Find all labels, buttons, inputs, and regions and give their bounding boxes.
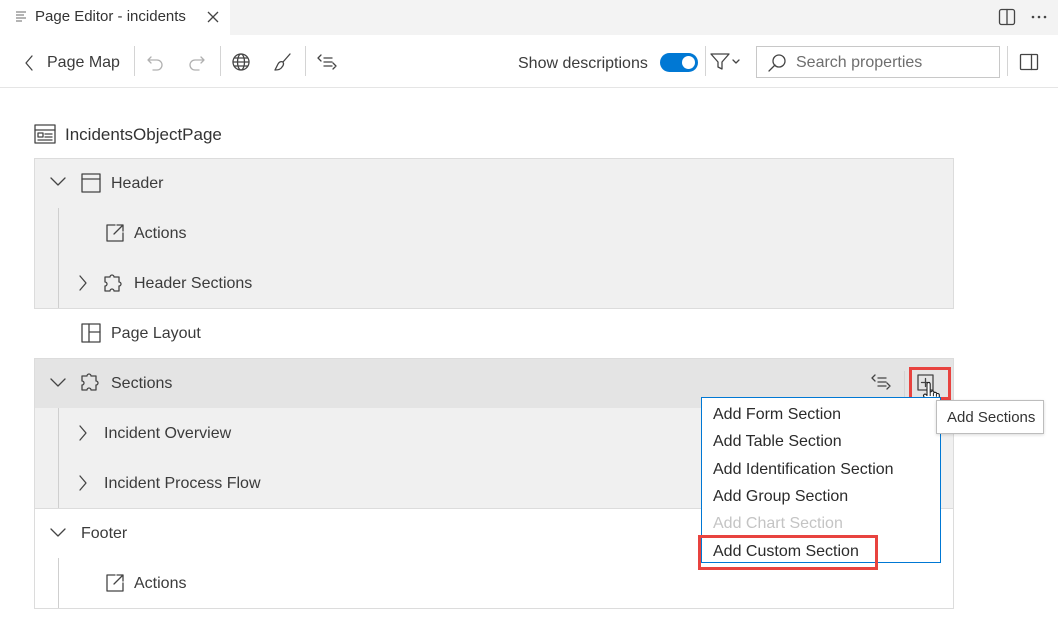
- panel-icon[interactable]: [1019, 52, 1039, 72]
- chevron-down-icon[interactable]: [50, 528, 66, 538]
- search-icon: [767, 53, 787, 73]
- tab-bar: Page Editor - incidents: [0, 0, 1058, 35]
- brush-icon[interactable]: [273, 52, 293, 72]
- page-layout-label: Page Layout: [111, 325, 201, 342]
- menu-item-add-identification-section[interactable]: Add Identification Section: [713, 461, 894, 479]
- footer-row[interactable]: Footer: [35, 510, 685, 558]
- chevron-right-icon[interactable]: [78, 475, 88, 491]
- layout-grid-icon: [81, 323, 101, 343]
- sections-label: Sections: [111, 375, 173, 392]
- close-icon[interactable]: [206, 10, 220, 24]
- header-actions-row[interactable]: Actions: [35, 210, 953, 258]
- puzzle-icon: [79, 372, 101, 392]
- redo-icon[interactable]: [188, 53, 206, 71]
- chevron-right-icon[interactable]: [78, 425, 88, 441]
- tooltip-text: Add Sections: [947, 409, 1036, 426]
- editor-file-icon: [15, 10, 27, 22]
- chevron-left-icon: [24, 55, 34, 71]
- chevron-right-icon[interactable]: [78, 275, 88, 291]
- puzzle-icon: [102, 273, 124, 293]
- header-sections-row[interactable]: Header Sections: [35, 260, 953, 308]
- external-link-icon: [105, 223, 125, 243]
- section-item-incident-overview[interactable]: Incident Overview: [35, 410, 685, 458]
- chevron-down-icon[interactable]: [50, 177, 66, 187]
- search-input[interactable]: Search properties: [756, 46, 1000, 78]
- footer-label: Footer: [81, 525, 128, 542]
- outline-icon[interactable]: [870, 373, 892, 391]
- section-item-label: Incident Process Flow: [104, 475, 261, 492]
- section-item-incident-process-flow[interactable]: Incident Process Flow: [35, 460, 685, 508]
- header-layout-icon: [81, 173, 101, 193]
- header-label: Header: [111, 175, 164, 192]
- page-title: IncidentsObjectPage: [65, 125, 222, 144]
- more-icon[interactable]: [1030, 8, 1048, 26]
- outline-icon[interactable]: [316, 52, 338, 72]
- page-map-button[interactable]: Page Map: [18, 50, 126, 76]
- page-icon: [34, 124, 56, 144]
- undo-icon[interactable]: [146, 53, 164, 71]
- menu-item-add-chart-section: Add Chart Section: [713, 515, 843, 532]
- editor-tab[interactable]: Page Editor - incidents: [0, 0, 230, 35]
- filter-icon[interactable]: [710, 52, 742, 72]
- highlight-box: [698, 535, 878, 570]
- page-layout-row[interactable]: Page Layout: [35, 310, 953, 358]
- footer-actions-row[interactable]: Actions: [35, 560, 685, 608]
- footer-actions-label: Actions: [134, 575, 187, 592]
- menu-item-add-table-section[interactable]: Add Table Section: [713, 433, 842, 451]
- split-editor-icon[interactable]: [998, 8, 1016, 26]
- header-sections-label: Header Sections: [134, 275, 253, 292]
- toolbar: Page Map Show descriptions Search proper…: [0, 36, 1058, 88]
- search-placeholder: Search properties: [796, 54, 923, 71]
- globe-icon[interactable]: [231, 52, 251, 72]
- chevron-down-icon[interactable]: [50, 378, 66, 388]
- menu-item-add-form-section[interactable]: Add Form Section: [713, 406, 841, 424]
- menu-item-add-group-section[interactable]: Add Group Section: [713, 488, 848, 506]
- tooltip: Add Sections: [936, 400, 1044, 434]
- header-actions-label: Actions: [134, 225, 187, 242]
- tab-title: Page Editor - incidents: [35, 8, 186, 25]
- page-map-label: Page Map: [47, 54, 120, 71]
- header-row[interactable]: Header: [35, 160, 953, 208]
- external-link-icon: [105, 573, 125, 593]
- section-item-label: Incident Overview: [104, 425, 232, 442]
- show-descriptions-toggle[interactable]: [660, 53, 698, 72]
- show-descriptions-label: Show descriptions: [518, 55, 648, 72]
